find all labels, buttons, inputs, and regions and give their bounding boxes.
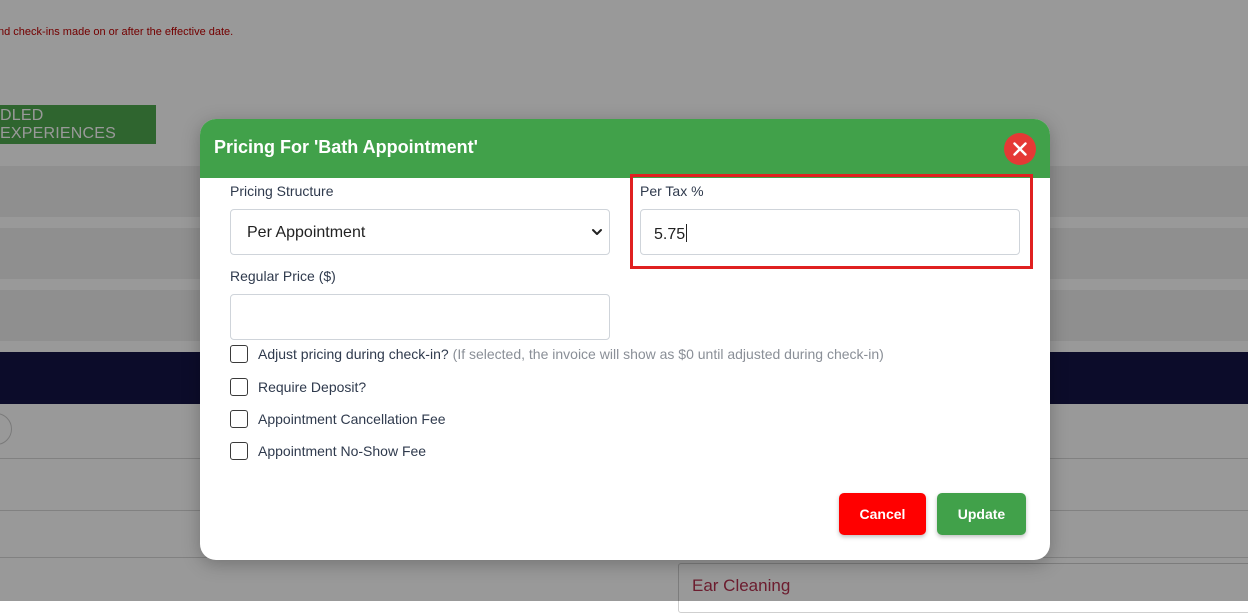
regular-price-input[interactable] xyxy=(230,294,610,340)
close-icon xyxy=(1013,142,1027,156)
per-tax-label: Per Tax % xyxy=(640,183,704,199)
require-deposit-checkbox[interactable] xyxy=(230,378,248,396)
modal-title: Pricing For 'Bath Appointment' xyxy=(214,137,478,157)
close-button[interactable] xyxy=(1004,133,1036,165)
adjust-pricing-checkbox[interactable] xyxy=(230,345,248,363)
cancellation-fee-label: Appointment Cancellation Fee xyxy=(258,411,446,427)
adjust-pricing-hint: (If selected, the invoice will show as $… xyxy=(452,346,884,362)
text-cursor xyxy=(686,224,688,242)
adjust-pricing-label: Adjust pricing during check-in? xyxy=(258,346,449,362)
cancellation-fee-option[interactable]: Appointment Cancellation Fee xyxy=(230,409,446,429)
pricing-structure-select[interactable]: Per Appointment xyxy=(230,209,610,255)
modal-header: Pricing For 'Bath Appointment' xyxy=(200,119,1050,178)
chevron-down-icon xyxy=(592,229,602,235)
per-tax-input[interactable]: 5.75 xyxy=(640,209,1020,255)
pricing-modal: Pricing For 'Bath Appointment' Pricing S… xyxy=(200,119,1050,560)
per-tax-value: 5.75 xyxy=(654,224,688,243)
pricing-structure-value: Per Appointment xyxy=(247,224,366,241)
require-deposit-option[interactable]: Require Deposit? xyxy=(230,377,366,397)
no-show-fee-option[interactable]: Appointment No-Show Fee xyxy=(230,441,426,461)
cancel-button[interactable]: Cancel xyxy=(839,493,926,535)
require-deposit-label: Require Deposit? xyxy=(258,379,367,395)
no-show-fee-label: Appointment No-Show Fee xyxy=(258,443,427,459)
update-button[interactable]: Update xyxy=(937,493,1026,535)
no-show-fee-checkbox[interactable] xyxy=(230,442,248,460)
adjust-pricing-option[interactable]: Adjust pricing during check-in? (If sele… xyxy=(230,344,884,364)
pricing-structure-label: Pricing Structure xyxy=(230,183,334,199)
cancellation-fee-checkbox[interactable] xyxy=(230,410,248,428)
regular-price-label: Regular Price ($) xyxy=(230,268,336,284)
